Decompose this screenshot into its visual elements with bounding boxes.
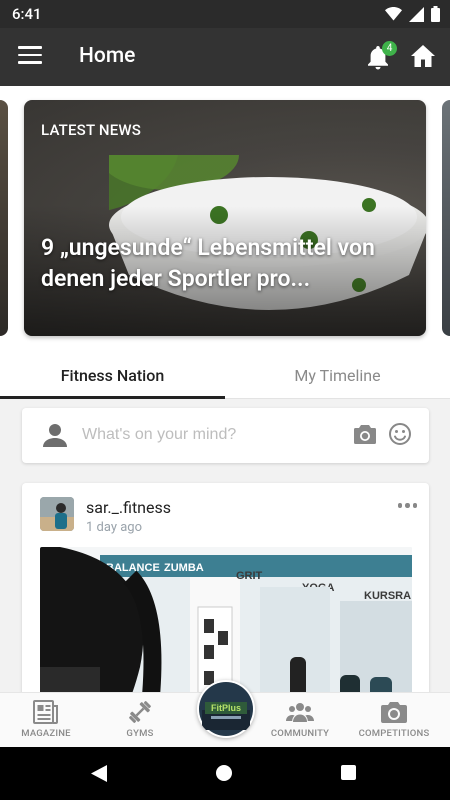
recent-apps-icon[interactable] — [341, 765, 356, 780]
home-icon — [411, 45, 435, 67]
previous-news-card[interactable] — [0, 100, 8, 336]
page-title: Home — [79, 44, 136, 68]
community-icon — [286, 703, 314, 722]
status-bar: 6:41 — [0, 0, 450, 28]
back-icon[interactable] — [91, 765, 107, 782]
menu-icon[interactable] — [18, 46, 42, 66]
person-icon — [43, 424, 67, 447]
notification-badge: 4 — [382, 41, 397, 56]
nav-magazine[interactable]: MAGAZINE — [6, 693, 86, 748]
feed-tabs: Fitness Nation My Timeline — [0, 353, 450, 399]
system-home-icon[interactable] — [216, 765, 232, 781]
nav-community[interactable]: COMMUNITY — [258, 693, 342, 748]
tab-fitness-nation[interactable]: Fitness Nation — [0, 353, 225, 399]
status-icons — [385, 6, 440, 22]
signal-icon — [409, 6, 424, 22]
more-options-icon[interactable] — [397, 503, 417, 508]
nav-community-label: COMMUNITY — [270, 728, 330, 739]
post-photo[interactable]: BALANCE ZUMBA GRIT YOGA KURSRA — [40, 547, 412, 692]
news-carousel[interactable]: LATEST NEWS 9 „ungesunde“ Lebensmittel v… — [0, 86, 450, 350]
post-time: 1 day ago — [86, 520, 142, 535]
tab-my-timeline[interactable]: My Timeline — [225, 353, 450, 399]
magazine-icon — [33, 700, 58, 724]
camera-icon[interactable] — [353, 423, 377, 445]
nav-gyms[interactable]: GYMS — [100, 693, 180, 748]
sign-kursra: KURSRA — [364, 590, 411, 602]
post-avatar[interactable] — [40, 497, 74, 531]
system-navigation — [0, 747, 450, 800]
wifi-icon — [385, 7, 402, 21]
fitplus-logo-text: FitPlus — [211, 703, 241, 713]
post-input[interactable] — [82, 423, 302, 447]
next-news-card[interactable] — [442, 100, 450, 336]
feed[interactable]: sar._.fitness 1 day ago BALANCE ZUMBA GR… — [0, 399, 450, 692]
post-composer[interactable] — [22, 408, 429, 463]
nav-competitions[interactable]: COMPETITIONS — [352, 693, 436, 748]
post-username[interactable]: sar._.fitness — [86, 498, 171, 517]
camera-icon — [381, 702, 407, 723]
dumbbell-icon — [129, 701, 151, 723]
status-time: 6:41 — [12, 5, 42, 23]
news-label: LATEST NEWS — [41, 121, 142, 139]
home-button[interactable] — [410, 44, 436, 70]
gym-interior-image: BALANCE ZUMBA GRIT YOGA KURSRA — [40, 547, 412, 692]
gym-logo-button[interactable]: FitPlus — [197, 680, 255, 738]
nav-competitions-label: COMPETITIONS — [358, 728, 430, 739]
app-bar: Home 4 — [0, 28, 450, 86]
news-headline: 9 „ungesunde“ Lebensmittel von denen jed… — [41, 234, 375, 292]
nav-magazine-label: MAGAZINE — [21, 728, 71, 739]
emoji-icon[interactable] — [388, 422, 412, 446]
fitplus-logo-icon: FitPlus — [199, 682, 253, 736]
nav-gyms-label: GYMS — [126, 728, 154, 739]
user-photo-icon — [40, 497, 74, 531]
sign-grit: GRIT — [236, 570, 263, 582]
battery-icon — [431, 6, 440, 22]
news-card[interactable]: LATEST NEWS 9 „ungesunde“ Lebensmittel v… — [24, 100, 426, 336]
post-card[interactable]: sar._.fitness 1 day ago BALANCE ZUMBA GR… — [22, 483, 429, 692]
notifications-button[interactable]: 4 — [366, 41, 397, 70]
sign-zumba: ZUMBA — [164, 562, 204, 574]
